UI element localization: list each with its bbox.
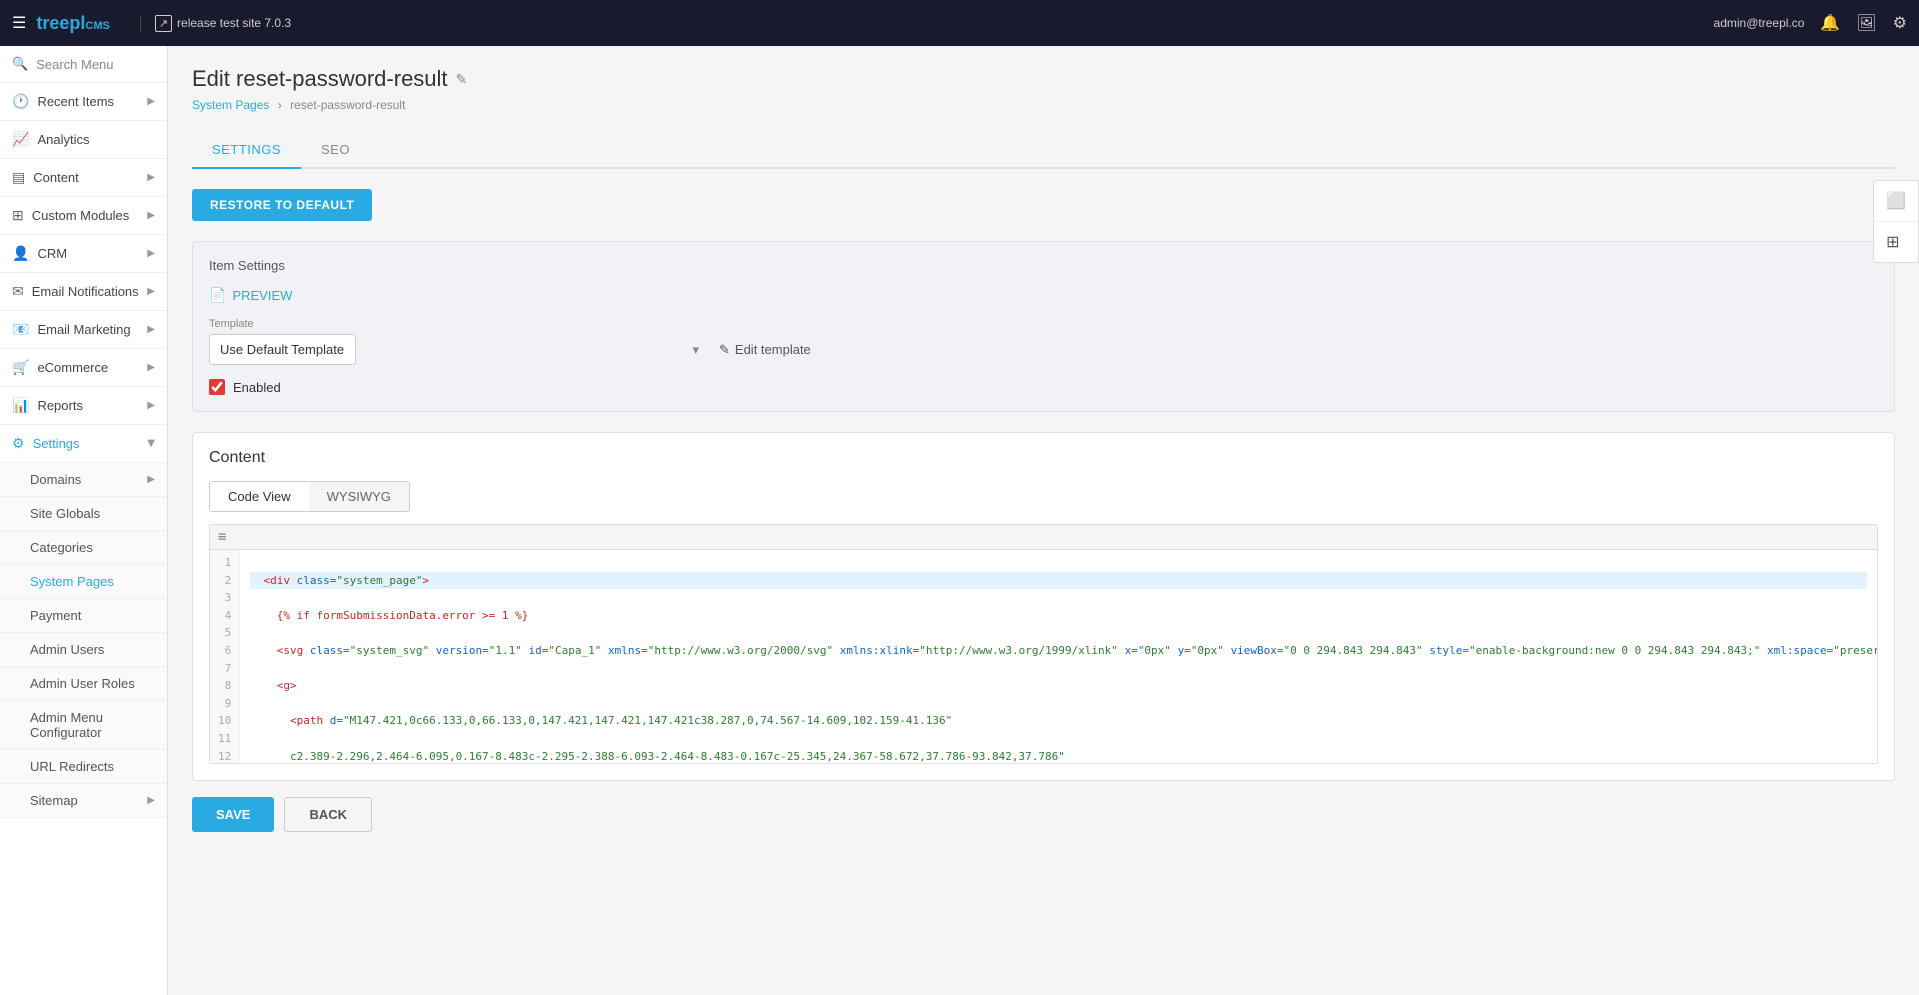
email-marketing-icon: 📧 [12,321,29,338]
item-settings-panel: Item Settings 📄 PREVIEW Template Use Def… [192,241,1895,412]
main-content: Edit reset-password-result ✎ System Page… [168,46,1919,995]
arrow-icon: ▶ [146,440,157,448]
external-link-icon: ↗ [155,15,172,32]
content-title: Content [209,449,1878,467]
breadcrumb-current: reset-password-result [290,98,405,112]
sidebar-subitem-admin-user-roles[interactable]: Admin User Roles [0,667,167,701]
content-section: Content Code View WYSIWYG ≡ 12345 678910… [192,432,1895,781]
hamburger-icon[interactable]: ☰ [12,13,26,33]
tab-seo[interactable]: SEO [301,132,370,169]
template-select-wrapper: Use Default Template [209,334,709,365]
sidebar-subitem-domains[interactable]: Domains ▶ [0,463,167,497]
float-panel: ⬜ ⊞ [1873,180,1919,263]
code-editor[interactable]: ≡ 12345 678910 111213141516 <div class="… [209,524,1878,764]
float-panel-page-icon[interactable]: ⬜ [1874,181,1918,222]
settings-sidebar-icon: ⚙ [12,435,25,452]
sidebar-item-custom-modules[interactable]: ⊞ Custom Modules ▶ [0,197,167,235]
ecommerce-icon: 🛒 [12,359,29,376]
template-select-row: Use Default Template ✎ Edit template [209,334,1878,365]
breadcrumb: System Pages › reset-password-result [192,98,1895,112]
page-title: Edit reset-password-result [192,66,448,92]
sidebar: 🔍 Search Menu 🕐 Recent Items ▶ 📈 Analyti… [0,46,168,995]
layout: 🔍 Search Menu 🕐 Recent Items ▶ 📈 Analyti… [0,46,1919,995]
template-label: Template [209,318,1878,330]
float-panel-grid-icon[interactable]: ⊞ [1874,222,1918,262]
custom-modules-icon: ⊞ [12,207,24,224]
code-lines: 12345 678910 111213141516 <div class="sy… [210,550,1877,764]
tab-wysiwyg[interactable]: WYSIWYG [309,482,409,511]
breadcrumb-separator: › [278,98,282,112]
edit-template-button[interactable]: ✎ Edit template [719,342,811,358]
sidebar-item-content[interactable]: ▤ Content ▶ [0,159,167,197]
page-header: Edit reset-password-result ✎ [192,66,1895,92]
analytics-icon: 📈 [12,131,29,148]
arrow-icon: ▶ [147,172,155,183]
sidebar-item-settings[interactable]: ⚙ Settings ▶ [0,425,167,463]
page-edit-icon[interactable]: ✎ [456,71,468,88]
top-nav-right: admin@treepl.co 🔔 🖼 ⚙ [1714,13,1907,33]
tab-settings[interactable]: SETTINGS [192,132,301,169]
sidebar-subitem-categories[interactable]: Categories [0,531,167,565]
breadcrumb-parent[interactable]: System Pages [192,98,269,112]
sidebar-item-email-marketing[interactable]: 📧 Email Marketing ▶ [0,311,167,349]
settings-subitems: Domains ▶ Site Globals Categories System… [0,463,167,818]
sidebar-item-analytics[interactable]: 📈 Analytics [0,121,167,159]
image-icon[interactable]: 🖼 [1856,13,1876,33]
item-settings-title: Item Settings [209,258,1878,273]
arrow-icon: ▶ [147,286,155,297]
sidebar-subitem-admin-users[interactable]: Admin Users [0,633,167,667]
notification-icon[interactable]: 🔔 [1820,13,1840,33]
sidebar-subitem-system-pages[interactable]: System Pages [0,565,167,599]
settings-icon[interactable]: ⚙ [1893,13,1907,33]
arrow-icon: ▶ [147,474,155,485]
arrow-icon: ▶ [147,210,155,221]
bottom-actions: SAVE BACK [192,797,1895,832]
arrow-icon: ▶ [147,96,155,107]
sidebar-item-recent-items[interactable]: 🕐 Recent Items ▶ [0,83,167,121]
preview-link[interactable]: 📄 PREVIEW [209,287,1878,304]
recent-items-icon: 🕐 [12,93,29,110]
content-icon: ▤ [12,169,25,186]
email-notifications-icon: ✉ [12,283,24,300]
site-info: ↗ release test site 7.0.3 [140,15,291,32]
arrow-icon: ▶ [147,795,155,806]
crm-icon: 👤 [12,245,29,262]
code-tabs: Code View WYSIWYG [209,481,410,512]
sidebar-subitem-sitemap[interactable]: Sitemap ▶ [0,784,167,818]
sidebar-item-ecommerce[interactable]: 🛒 eCommerce ▶ [0,349,167,387]
edit-template-icon: ✎ [719,342,730,358]
page-tabs: SETTINGS SEO [192,132,1895,169]
search-icon: 🔍 [12,56,28,72]
enabled-row: Enabled [209,379,1878,395]
sidebar-item-crm[interactable]: 👤 CRM ▶ [0,235,167,273]
arrow-icon: ▶ [147,362,155,373]
restore-default-button[interactable]: RESTORE TO DEFAULT [192,189,372,221]
sidebar-item-email-notifications[interactable]: ✉ Email Notifications ▶ [0,273,167,311]
reports-icon: 📊 [12,397,29,414]
code-editor-toolbar: ≡ [210,525,1877,550]
code-content: <div class="system_page"> {% if formSubm… [240,550,1877,764]
sidebar-subitem-payment[interactable]: Payment [0,599,167,633]
tab-code-view[interactable]: Code View [210,482,309,511]
arrow-icon: ▶ [147,324,155,335]
user-email: admin@treepl.co [1714,16,1805,30]
top-nav: ☰ treeplCMS ↗ release test site 7.0.3 ad… [0,0,1919,46]
back-button[interactable]: BACK [284,797,372,832]
sidebar-subitem-site-globals[interactable]: Site Globals [0,497,167,531]
sidebar-subitem-url-redirects[interactable]: URL Redirects [0,750,167,784]
sidebar-subitem-admin-menu-configurator[interactable]: Admin Menu Configurator [0,701,167,750]
line-numbers: 12345 678910 111213141516 [210,550,240,764]
search-menu[interactable]: 🔍 Search Menu [0,46,167,83]
enabled-checkbox[interactable] [209,379,225,395]
template-select[interactable]: Use Default Template [209,334,356,365]
editor-menu-icon[interactable]: ≡ [218,529,226,545]
arrow-icon: ▶ [147,248,155,259]
save-button[interactable]: SAVE [192,797,274,832]
arrow-icon: ▶ [147,400,155,411]
enabled-label: Enabled [233,380,281,395]
sidebar-item-reports[interactable]: 📊 Reports ▶ [0,387,167,425]
preview-icon: 📄 [209,287,226,304]
logo: treeplCMS [36,13,109,34]
